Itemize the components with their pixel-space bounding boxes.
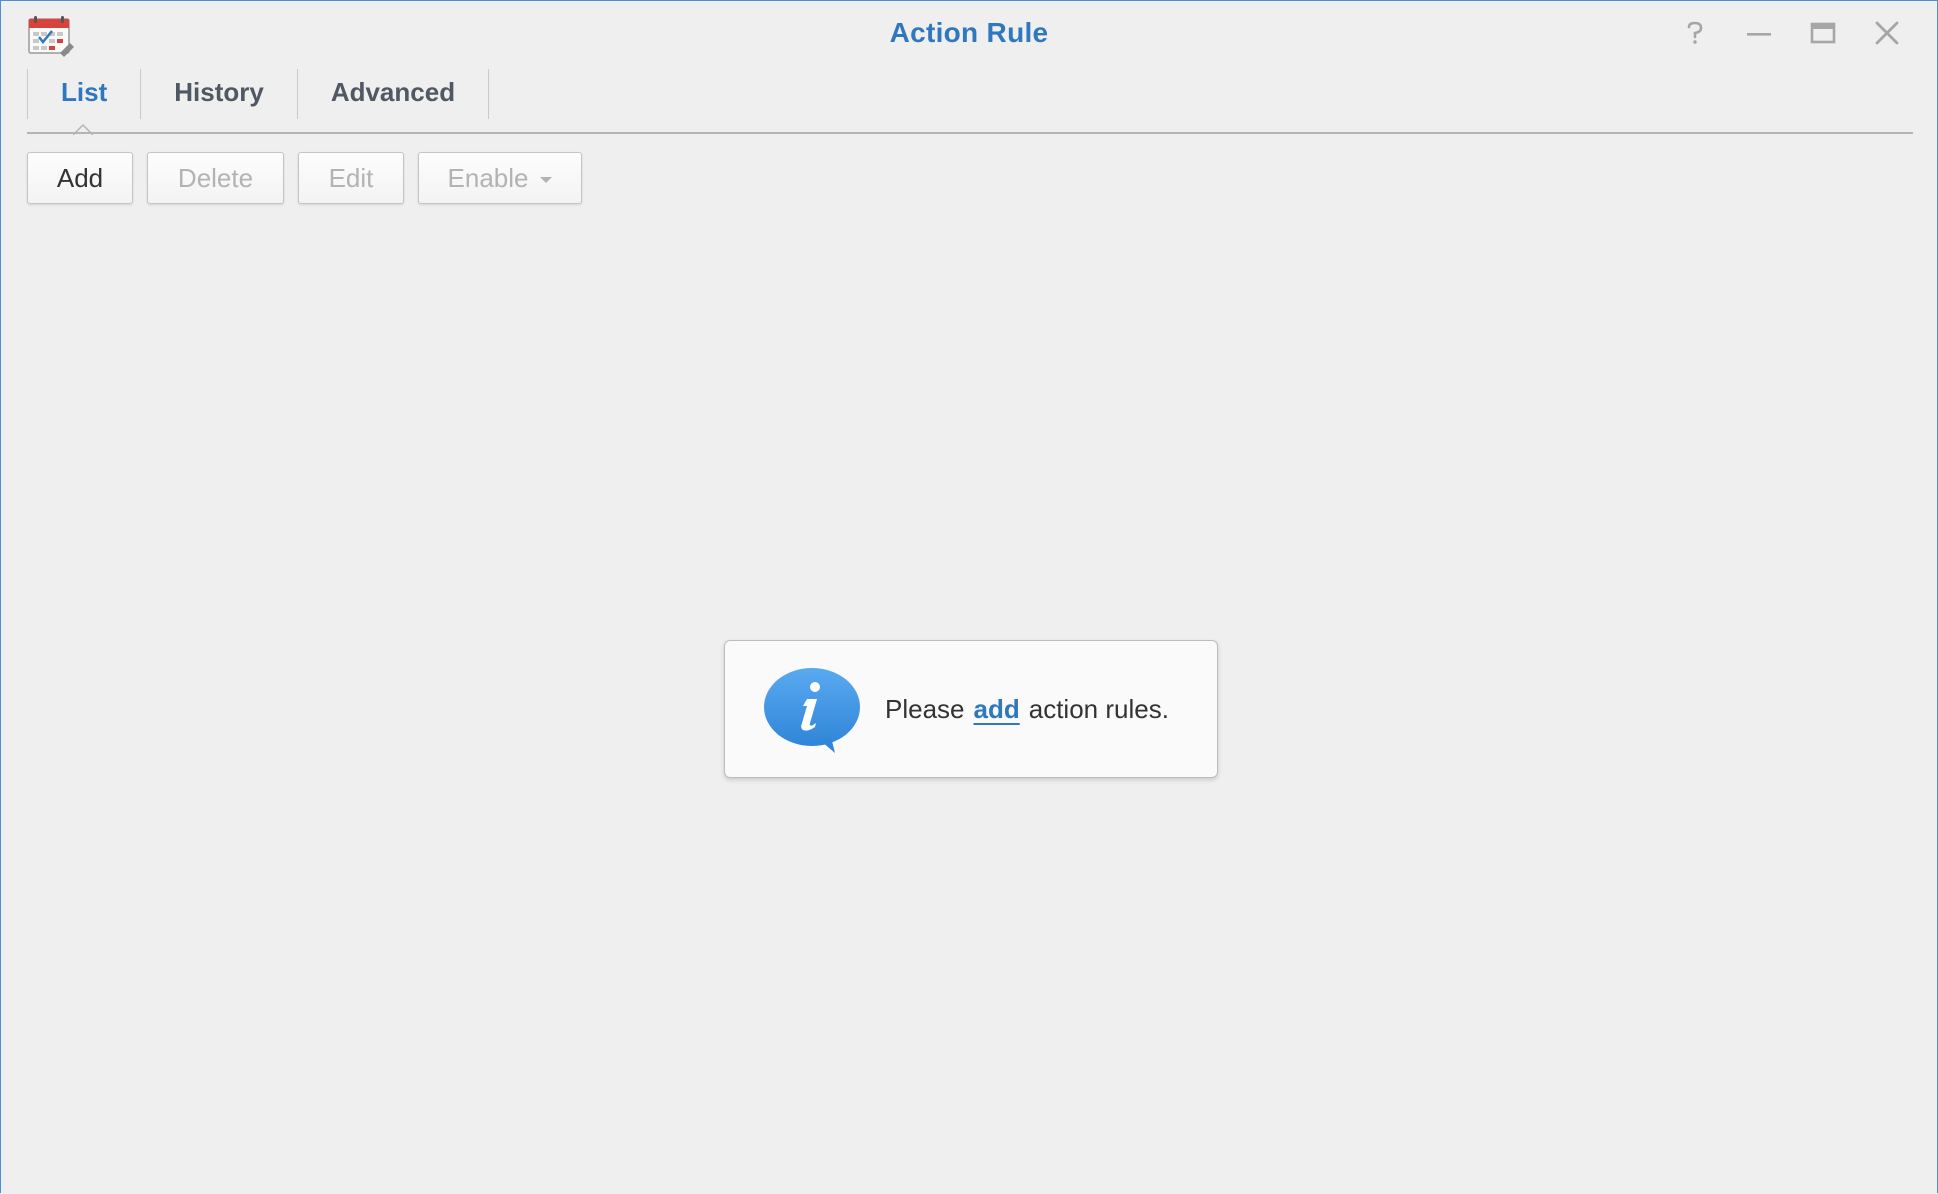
toolbar: Add Delete Edit Enable <box>27 152 582 204</box>
window-controls <box>1675 15 1907 51</box>
info-bubble-icon <box>763 667 861 755</box>
delete-button[interactable]: Delete <box>147 152 284 204</box>
window-title: Action Rule <box>889 17 1049 48</box>
tab-advanced[interactable]: Advanced <box>296 69 490 119</box>
enable-dropdown-button[interactable]: Enable <box>418 152 582 204</box>
close-icon[interactable] <box>1867 15 1907 51</box>
tab-label: History <box>174 77 264 107</box>
tab-bar: List History Advanced <box>27 69 490 135</box>
help-icon[interactable] <box>1675 15 1715 51</box>
add-rules-link[interactable]: add <box>974 694 1020 725</box>
add-button[interactable]: Add <box>27 152 133 204</box>
maximize-icon[interactable] <box>1803 15 1843 51</box>
tab-label: Advanced <box>330 77 456 107</box>
tab-label: List <box>61 77 108 107</box>
edit-button[interactable]: Edit <box>298 152 404 204</box>
minimize-icon[interactable] <box>1739 15 1779 51</box>
empty-state-prefix: Please <box>885 693 965 724</box>
tab-list[interactable]: List <box>27 69 140 135</box>
tab-history[interactable]: History <box>140 69 297 119</box>
empty-state-suffix: action rules. <box>1028 693 1169 724</box>
tab-divider <box>27 132 1913 134</box>
action-rule-window: Action Rule List History Advanced Add De… <box>0 0 1938 1193</box>
enable-label: Enable <box>447 162 529 193</box>
empty-state-text: Please add action rules. <box>885 641 1169 777</box>
empty-state-message: Please add action rules. <box>724 640 1218 778</box>
chevron-down-icon <box>540 177 553 183</box>
